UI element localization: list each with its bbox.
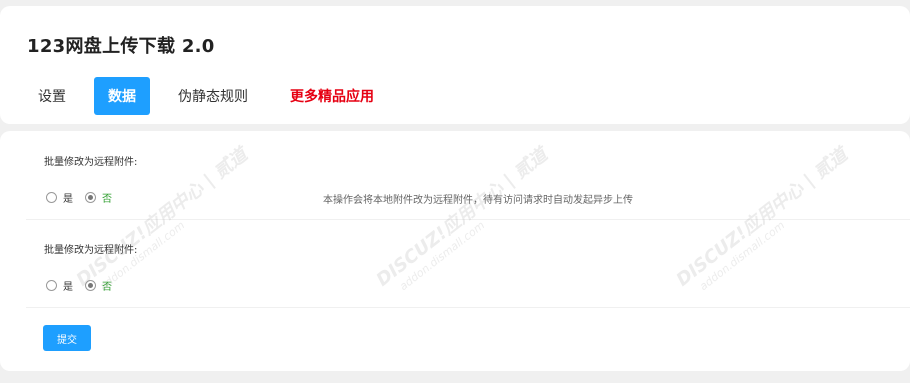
field-label-remote-attachments-1: 批量修改为远程附件: [44, 157, 138, 168]
tab-settings[interactable]: 设置 [24, 77, 80, 115]
radio-group-remote-attachments-2: 是 否 [46, 278, 124, 293]
field-label-remote-attachments-2: 批量修改为远程附件: [44, 245, 138, 256]
content-card: 批量修改为远程附件: 是 否 本操作会将本地附件改为远程附件，待有访问请求时自动… [0, 131, 910, 371]
watermark-brand: DISCUZ!应用中心 | 贰道 [672, 144, 852, 291]
tab-more-apps[interactable]: 更多精品应用 [276, 77, 388, 115]
submit-button[interactable]: 提交 [43, 325, 91, 351]
divider [26, 307, 910, 308]
page-title: 123网盘上传下载 2.0 [27, 36, 215, 57]
watermark-brand: DISCUZ!应用中心 | 贰道 [372, 144, 552, 291]
tab-data[interactable]: 数据 [94, 77, 150, 115]
watermark-domain: addon.dismall.com [697, 218, 788, 294]
radio-no-label-1[interactable]: 否 [102, 190, 112, 205]
radio-yes-2[interactable] [46, 280, 57, 291]
divider [26, 219, 910, 220]
radio-yes-label-2[interactable]: 是 [63, 278, 73, 293]
radio-group-remote-attachments-1: 是 否 [46, 190, 124, 205]
help-text: 本操作会将本地附件改为远程附件，待有访问请求时自动发起异步上传 [323, 195, 633, 206]
watermark-domain: addon.dismall.com [97, 218, 188, 294]
watermark-domain: addon.dismall.com [397, 218, 488, 294]
radio-no-2[interactable] [85, 280, 96, 291]
radio-no-1[interactable] [85, 192, 96, 203]
radio-yes-label-1[interactable]: 是 [63, 190, 73, 205]
radio-yes-1[interactable] [46, 192, 57, 203]
header-card: 123网盘上传下载 2.0 设置 数据 伪静态规则 更多精品应用 [0, 6, 910, 124]
watermark: DISCUZ!应用中心 | 贰道 addon.dismall.com [370, 141, 560, 302]
radio-no-label-2[interactable]: 否 [102, 278, 112, 293]
tab-rewrite-rules[interactable]: 伪静态规则 [164, 77, 262, 115]
watermark: DISCUZ!应用中心 | 贰道 addon.dismall.com [670, 141, 860, 302]
tab-bar: 设置 数据 伪静态规则 更多精品应用 [24, 77, 402, 115]
